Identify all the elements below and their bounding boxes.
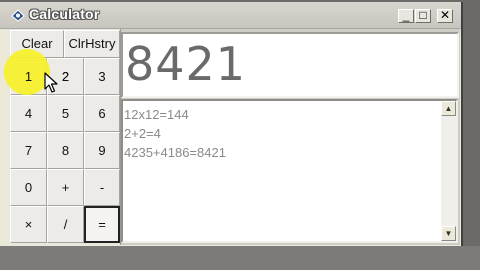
result-display: 8421 bbox=[121, 32, 459, 98]
key-0[interactable]: 0 bbox=[10, 169, 47, 206]
history-line: 2+2=4 bbox=[124, 126, 161, 141]
minimize-button[interactable]: _ bbox=[398, 9, 414, 23]
app-icon bbox=[11, 9, 25, 22]
background-strip bbox=[0, 246, 480, 270]
client-area: Clear ClrHstry 1 2 3 4 5 6 7 8 9 0 + - ×… bbox=[4, 29, 460, 245]
title-bar[interactable]: Calculator _ □ ✕ bbox=[0, 2, 461, 29]
key-3[interactable]: 3 bbox=[84, 58, 120, 95]
maximize-icon: □ bbox=[419, 8, 427, 22]
history-list: 12x12=144 2+2=4 4235+4186=8421 bbox=[123, 105, 441, 162]
history-line: 4235+4186=8421 bbox=[124, 145, 226, 160]
key-7[interactable]: 7 bbox=[10, 132, 47, 169]
key-8[interactable]: 8 bbox=[47, 132, 84, 169]
scroll-down-button[interactable]: ▼ bbox=[441, 226, 456, 241]
minimize-icon: _ bbox=[402, 8, 410, 22]
key-4[interactable]: 4 bbox=[10, 95, 47, 132]
history-scrollbar[interactable]: ▲ ▼ bbox=[441, 101, 456, 241]
history-line: 12x12=144 bbox=[124, 107, 189, 122]
key-divide[interactable]: / bbox=[47, 206, 84, 243]
clear-history-button[interactable]: ClrHstry bbox=[64, 30, 120, 58]
key-minus[interactable]: - bbox=[84, 169, 120, 206]
calculator-window: Calculator _ □ ✕ Clear ClrHstry 1 2 3 4 … bbox=[0, 2, 463, 246]
maximize-button[interactable]: □ bbox=[415, 9, 431, 23]
key-multiply[interactable]: × bbox=[10, 206, 47, 243]
history-panel[interactable]: 12x12=144 2+2=4 4235+4186=8421 ▲ ▼ bbox=[121, 99, 458, 243]
key-equals[interactable]: = bbox=[84, 206, 120, 243]
close-icon: ✕ bbox=[439, 8, 451, 22]
scroll-up-button[interactable]: ▲ bbox=[441, 101, 456, 116]
arrow-up-icon: ▲ bbox=[444, 104, 453, 113]
arrow-down-icon: ▼ bbox=[444, 229, 453, 238]
key-plus[interactable]: + bbox=[47, 169, 84, 206]
key-9[interactable]: 9 bbox=[84, 132, 120, 169]
key-5[interactable]: 5 bbox=[47, 95, 84, 132]
mouse-cursor-icon bbox=[44, 72, 58, 93]
key-6[interactable]: 6 bbox=[84, 95, 120, 132]
key-1-overlay-label: 1 bbox=[24, 69, 33, 84]
window-title: Calculator bbox=[29, 6, 100, 22]
close-button[interactable]: ✕ bbox=[437, 9, 453, 23]
